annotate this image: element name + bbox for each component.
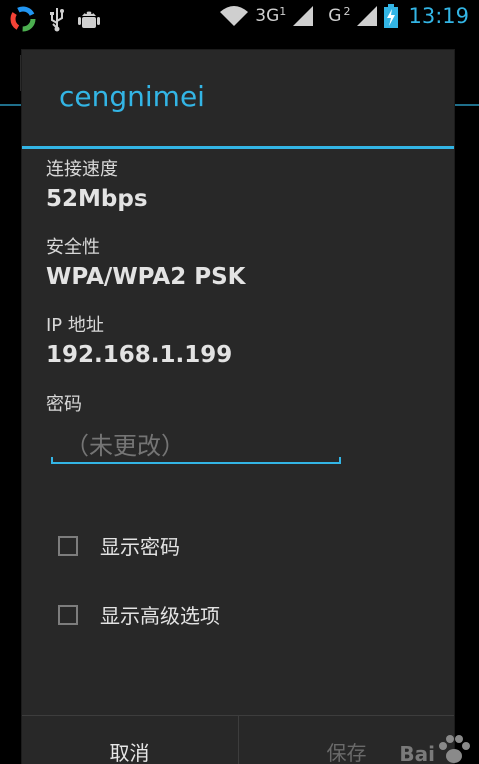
link-speed-value: 52Mbps — [46, 186, 148, 212]
app-notification-icon — [10, 6, 36, 32]
dialog-title: cengnimei — [59, 80, 205, 113]
wifi-network-dialog: cengnimei 连接速度 52Mbps 安全性 WPA/WPA2 PSK I… — [22, 50, 454, 764]
password-underline — [51, 457, 341, 464]
system-status: 3G 1 G 2 13:19 — [219, 4, 469, 28]
title-divider — [22, 146, 454, 149]
show-password-row[interactable]: 显示密码 — [58, 531, 180, 560]
network-g-label: G — [328, 6, 342, 26]
status-bar: 3G 1 G 2 13:19 — [0, 0, 479, 38]
password-label: 密码 — [46, 394, 82, 415]
link-speed-label: 连接速度 — [46, 159, 118, 180]
ip-address-label: IP 地址 — [46, 315, 104, 336]
wifi-icon — [220, 6, 249, 26]
watermark-text: Bai — [399, 742, 435, 764]
android-debug-icon — [78, 11, 100, 28]
show-advanced-row[interactable]: 显示高级选项 — [58, 600, 220, 629]
paw-logo-icon — [439, 735, 470, 763]
button-bar: 取消 保存 — [22, 715, 454, 764]
network-3g-label: 3G — [255, 6, 280, 26]
signal-icon-sim2 — [357, 6, 378, 26]
ip-address-value: 192.168.1.199 — [46, 342, 233, 368]
notification-icons — [10, 6, 100, 32]
screen: 3G 1 G 2 13:19 cengnimei 连接速度 52Mbps 安全性 — [0, 0, 479, 764]
clock: 13:19 — [408, 4, 469, 28]
security-label: 安全性 — [46, 237, 100, 258]
security-value: WPA/WPA2 PSK — [46, 264, 246, 290]
show-password-checkbox[interactable] — [58, 535, 78, 556]
cancel-button[interactable]: 取消 — [22, 716, 237, 764]
show-advanced-checkbox[interactable] — [58, 604, 78, 625]
battery-charging-icon — [384, 4, 399, 28]
sim1-label: 1 — [279, 4, 287, 18]
show-advanced-label: 显示高级选项 — [100, 604, 220, 628]
watermark: Bai — [399, 734, 471, 764]
usb-icon — [50, 8, 64, 32]
signal-icon-sim1 — [293, 6, 314, 26]
sim2-label: 2 — [343, 4, 351, 18]
show-password-label: 显示密码 — [100, 535, 180, 559]
